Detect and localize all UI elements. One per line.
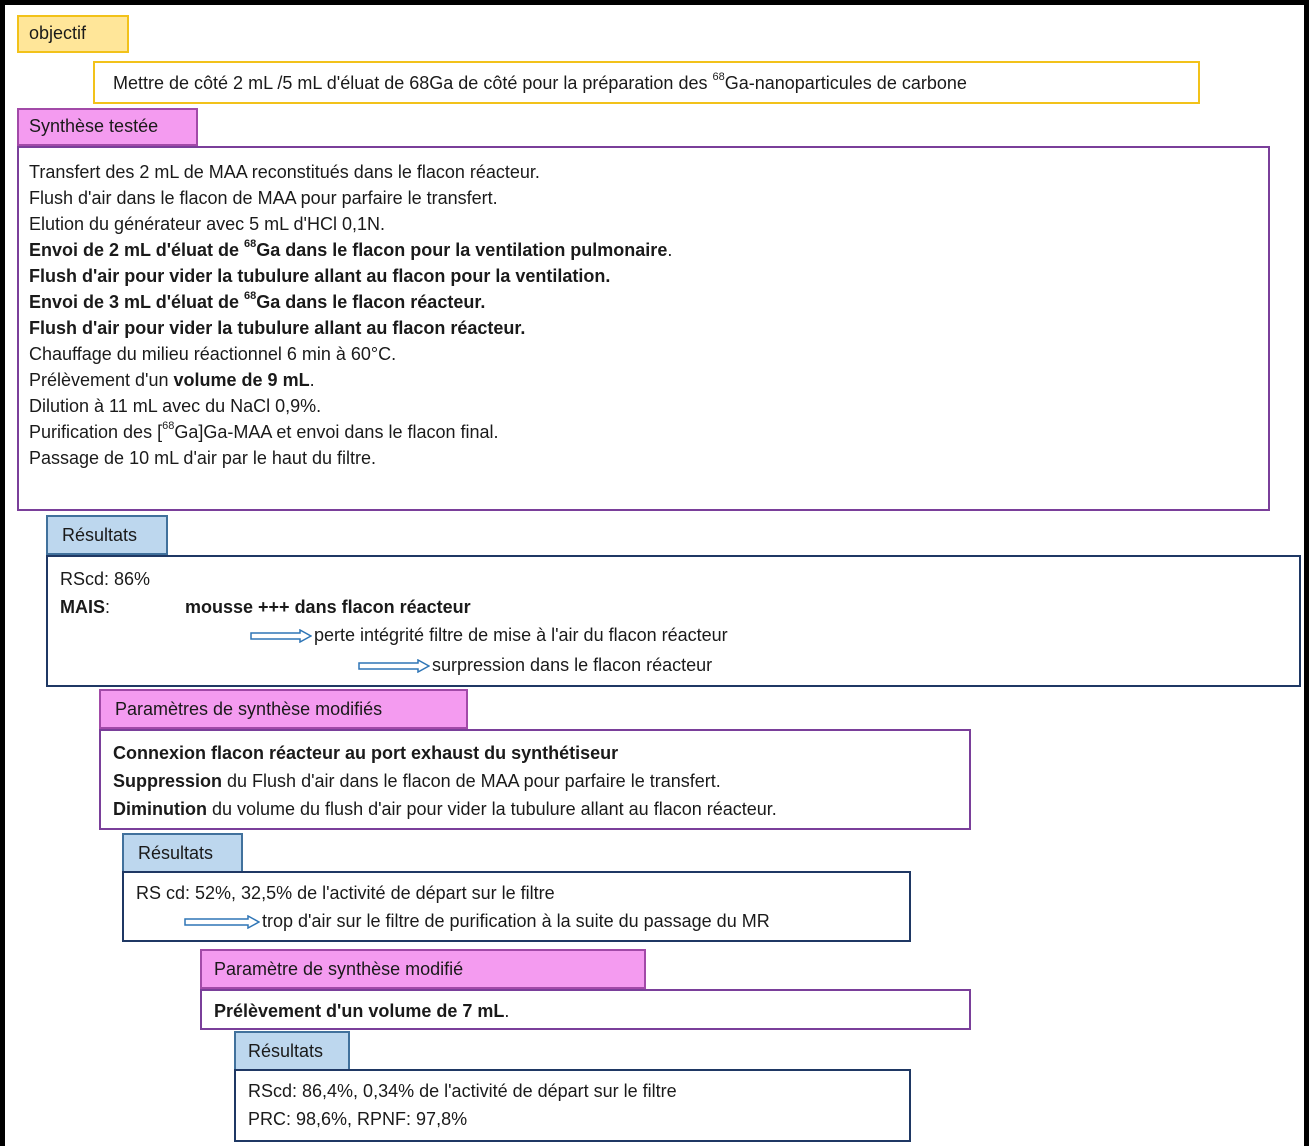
right-arrow-icon (358, 659, 430, 674)
parametres-1-box: Connexion flacon réacteur au port exhaus… (99, 729, 971, 830)
synthese-line-5: Flush d'air pour vider la tubulure allan… (29, 266, 611, 286)
resultats-3-line-2: PRC: 98,6%, RPNF: 97,8% (248, 1109, 468, 1129)
right-arrow-icon (184, 915, 260, 930)
synthese-line-8: Chauffage du milieu réactionnel 6 min à … (29, 344, 397, 364)
synthese-line-10: Dilution à 11 mL avec du NaCl 0,9%. (29, 396, 322, 416)
synthese-line-11: Purification des [68Ga]Ga-MAA et envoi d… (29, 420, 499, 442)
resultats-1-label: Résultats (46, 515, 168, 555)
parametres-1-line-2: Suppression du Flush d'air dans le flaco… (113, 771, 721, 791)
resultats-1-arrow-line-1: perte intégrité filtre de mise à l'air d… (250, 625, 728, 645)
synthese-line-6: Envoi de 3 mL d'éluat de 68Ga dans le fl… (29, 290, 486, 312)
resultats-1-box: RScd: 86% MAIS: mousse +++ dans flacon r… (46, 555, 1301, 687)
parametres-2-line-1: Prélèvement d'un volume de 7 mL. (214, 1001, 510, 1021)
synthese-line-12: Passage de 10 mL d'air par le haut du fi… (29, 448, 376, 468)
parametres-2-label: Paramètre de synthèse modifié (200, 949, 646, 989)
objectif-text: Mettre de côté 2 mL /5 mL d'éluat de 68G… (113, 71, 967, 93)
synthese-line-2: Flush d'air dans le flacon de MAA pour p… (29, 188, 498, 208)
synthese-line-7: Flush d'air pour vider la tubulure allan… (29, 318, 526, 338)
resultats-1-arrow-line-2: surpression dans le flacon réacteur (358, 655, 712, 675)
resultats-2-line-1: RS cd: 52%, 32,5% de l'activité de dépar… (136, 883, 555, 903)
parametres-1-label: Paramètres de synthèse modifiés (99, 689, 468, 729)
synthese-line-4: Envoi de 2 mL d'éluat de 68Ga dans le fl… (29, 238, 673, 260)
resultats-2-arrow-line: trop d'air sur le filtre de purification… (184, 911, 770, 931)
objectif-label: objectif (17, 15, 129, 53)
resultats-2-box: RS cd: 52%, 32,5% de l'activité de dépar… (122, 871, 911, 942)
synthese-line-3: Elution du générateur avec 5 mL d'HCl 0,… (29, 214, 385, 234)
synthese-label: Synthèse testée (17, 108, 198, 146)
right-arrow-icon (250, 629, 312, 644)
parametres-2-box: Prélèvement d'un volume de 7 mL. (200, 989, 971, 1030)
resultats-1-line-1: RScd: 86% (60, 569, 151, 589)
resultats-1-mousse: mousse +++ dans flacon réacteur (185, 597, 471, 617)
resultats-3-line-1: RScd: 86,4%, 0,34% de l'activité de dépa… (248, 1081, 677, 1101)
objectif-box: Mettre de côté 2 mL /5 mL d'éluat de 68G… (93, 61, 1200, 104)
resultats-3-label: Résultats (234, 1031, 350, 1071)
synthese-line-1: Transfert des 2 mL de MAA reconstitués d… (29, 162, 540, 182)
synthese-box: Transfert des 2 mL de MAA reconstitués d… (17, 146, 1270, 511)
resultats-3-box: RScd: 86,4%, 0,34% de l'activité de dépa… (234, 1069, 911, 1142)
parametres-1-line-1: Connexion flacon réacteur au port exhaus… (113, 743, 619, 763)
parametres-1-line-3: Diminution du volume du flush d'air pour… (113, 799, 777, 819)
resultats-1-mais: MAIS: (60, 597, 111, 617)
synthese-line-9: Prélèvement d'un volume de 9 mL. (29, 370, 315, 390)
resultats-2-label: Résultats (122, 833, 243, 873)
